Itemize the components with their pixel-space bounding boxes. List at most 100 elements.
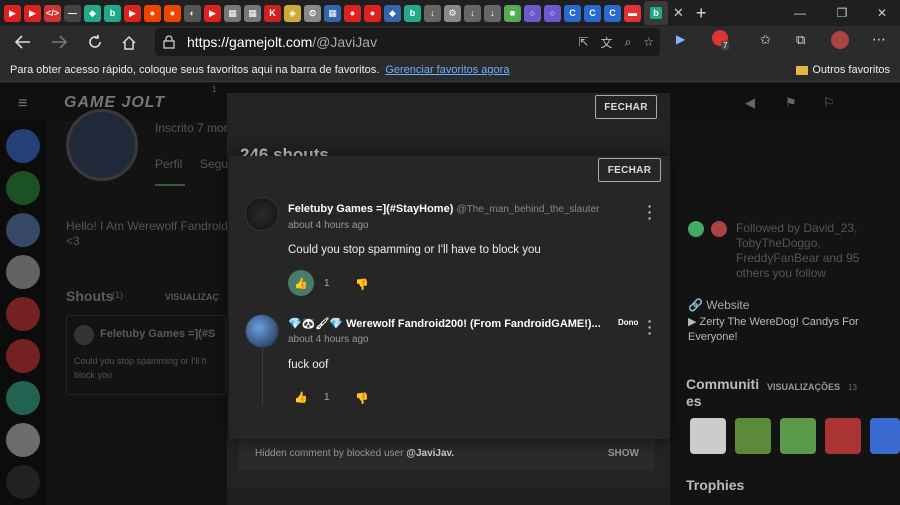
collections-icon[interactable]: ⧉ — [796, 32, 805, 48]
close-tab-icon[interactable]: ✕ — [673, 5, 684, 21]
browser-tab[interactable]: ↓ — [464, 4, 481, 22]
hamburger-menu-icon[interactable]: ≡ — [18, 95, 27, 113]
tab-favicon-icon: ■ — [509, 8, 516, 18]
link-icon: 🔗 — [688, 298, 703, 312]
shouts-close-button[interactable]: FECHAR — [595, 95, 657, 119]
browser-tab[interactable]: ● — [164, 4, 181, 22]
translate-icon[interactable]: 文 — [600, 34, 612, 51]
reply-like-count: 1 — [324, 392, 330, 403]
zoom-icon[interactable]: ⌕ — [625, 35, 632, 50]
rail-community-avatar[interactable] — [6, 297, 40, 331]
comment-like-button[interactable]: 👍 — [288, 270, 314, 296]
favorites-icon[interactable]: ✩ — [760, 32, 771, 48]
browser-tab[interactable]: ◆ — [84, 4, 101, 22]
tab-favicon-icon: ○ — [549, 8, 556, 18]
open-in-app-icon[interactable]: ⇱ — [578, 35, 588, 49]
browser-tab[interactable]: ▶ — [4, 4, 21, 22]
browser-tab[interactable]: ↓ — [424, 4, 441, 22]
browser-tab[interactable]: ⏲ — [304, 4, 321, 22]
reply-dislike-button[interactable]: 👎 — [355, 392, 369, 405]
other-favorites-button[interactable]: Outros favoritos — [796, 58, 890, 82]
rail-community-avatar[interactable] — [6, 465, 40, 499]
rail-community-avatar[interactable] — [6, 171, 40, 205]
profile-avatar[interactable] — [831, 31, 849, 49]
browser-tab[interactable]: b — [104, 4, 121, 22]
browser-tab[interactable]: ▶ — [204, 4, 221, 22]
community-thumb[interactable] — [825, 418, 861, 454]
address-bar[interactable]: https://gamejolt.com/@JaviJav ⇱ 文 ⌕ ☆ — [155, 28, 660, 56]
browser-tab[interactable]: ● — [344, 4, 361, 22]
reply-close-button[interactable]: FECHAR — [598, 158, 661, 182]
browser-tab[interactable]: K — [264, 4, 281, 22]
browser-tab[interactable]: C — [584, 4, 601, 22]
browser-tab[interactable]: ■ — [504, 4, 521, 22]
back-button[interactable] — [8, 27, 38, 57]
notifications-icon[interactable]: ⚐ — [823, 95, 835, 111]
tab-favicon-icon: ◈ — [289, 7, 296, 18]
rail-community-avatar[interactable] — [6, 129, 40, 163]
browser-tab[interactable]: b — [404, 4, 421, 22]
comment-options-icon[interactable]: · · · — [647, 199, 653, 225]
comment-author-avatar[interactable] — [245, 197, 279, 231]
show-hidden-button[interactable]: SHOW — [608, 448, 639, 459]
browser-tab[interactable]: C — [604, 4, 621, 22]
rail-community-avatar[interactable] — [6, 381, 40, 415]
community-thumb[interactable] — [735, 418, 771, 454]
reply-like-button[interactable]: 👍 — [288, 384, 314, 410]
rail-community-avatar[interactable] — [6, 213, 40, 247]
website-row[interactable]: 🔗 Website — [688, 298, 749, 312]
browser-tab[interactable]: ● — [364, 4, 381, 22]
browser-tab[interactable]: ○ — [544, 4, 561, 22]
browser-tab[interactable]: ▦ — [324, 4, 341, 22]
rail-community-avatar[interactable] — [6, 423, 40, 457]
tab-profile[interactable]: Perfil — [155, 157, 182, 171]
refresh-button[interactable] — [80, 27, 110, 57]
community-thumb[interactable] — [690, 418, 726, 454]
browser-tab[interactable]: C — [564, 4, 581, 22]
reply-author-avatar[interactable] — [245, 314, 279, 348]
more-menu-icon[interactable]: ⋯ — [872, 31, 886, 48]
refresh-icon — [89, 35, 101, 48]
browser-tab[interactable]: ⚙ — [444, 4, 461, 22]
manage-favorites-link[interactable]: Gerenciar favoritos agora — [385, 64, 509, 76]
forward-button[interactable] — [44, 27, 74, 57]
thumbs-down-icon: 👎 — [355, 393, 369, 405]
community-thumb[interactable] — [780, 418, 816, 454]
extension-play-icon[interactable]: ▶ — [676, 32, 685, 46]
tab-favicon-icon: ▶ — [209, 7, 216, 18]
browser-tab[interactable]: </> — [44, 4, 61, 22]
reply-author[interactable]: 💎🐼🖌💎 Werewolf Fandroid200! (From Fandroi… — [288, 317, 601, 330]
tab-favicon-icon: C — [609, 8, 616, 18]
home-button[interactable] — [114, 27, 144, 57]
maximize-button[interactable]: ❐ — [822, 0, 862, 26]
browser-tab[interactable]: b — [644, 1, 668, 25]
rail-community-avatar[interactable] — [6, 255, 40, 289]
activity-icon[interactable]: ⚑ — [785, 95, 797, 111]
browser-tab[interactable]: ↓ — [484, 4, 501, 22]
communities-view-all[interactable]: VISUALIZAÇÕES — [767, 382, 840, 392]
browser-tab[interactable]: ▦ — [224, 4, 241, 22]
community-thumb[interactable] — [870, 418, 900, 454]
browser-tab[interactable]: ○ — [524, 4, 541, 22]
browser-tab[interactable]: ▶ — [24, 4, 41, 22]
announce-icon[interactable]: ◀ — [745, 95, 755, 111]
gamejolt-logo[interactable]: GAME JOLT — [64, 94, 165, 112]
favorite-star-icon[interactable]: ☆ — [643, 35, 654, 49]
comment-author[interactable]: Feletuby Games =](#StayHome) @The_man_be… — [288, 203, 599, 215]
browser-tab[interactable]: ◐ — [184, 4, 201, 22]
shouts-view-all[interactable]: VISUALIZAÇ — [165, 292, 219, 302]
browser-tab[interactable]: ▬ — [624, 4, 641, 22]
reply-options-icon[interactable]: · · · — [647, 314, 653, 340]
browser-tab[interactable]: ● — [144, 4, 161, 22]
browser-tab[interactable]: ▦ — [244, 4, 261, 22]
browser-tab[interactable]: ◈ — [284, 4, 301, 22]
shout-author-avatar — [74, 325, 94, 345]
close-window-button[interactable]: ✕ — [862, 0, 900, 26]
browser-tab[interactable]: ◆ — [384, 4, 401, 22]
browser-tab[interactable]: ▶ — [124, 4, 141, 22]
new-tab-button[interactable]: + — [696, 3, 707, 24]
comment-dislike-button[interactable]: 👎 — [355, 278, 369, 291]
browser-tab[interactable]: — — [64, 4, 81, 22]
rail-community-avatar[interactable] — [6, 339, 40, 373]
minimize-button[interactable]: — — [780, 0, 820, 26]
